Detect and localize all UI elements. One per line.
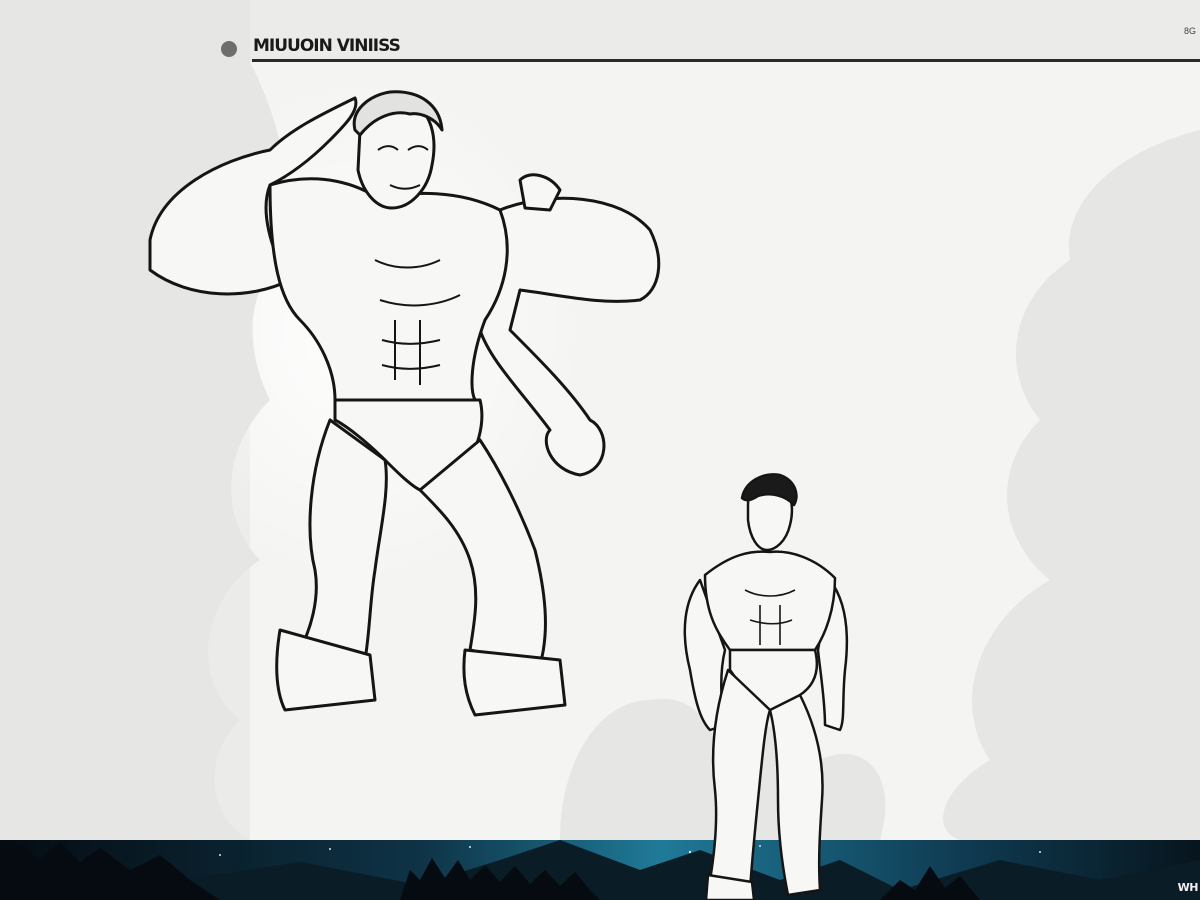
header-corner-label: 8G	[1183, 26, 1196, 36]
illustration-page: MIUUOIN VINIISS 8G WH	[0, 0, 1200, 900]
muscular-man-standing-illustration	[683, 473, 849, 900]
page-title: MIUUOIN VINIISS	[253, 36, 401, 56]
header-divider	[252, 59, 1200, 62]
muscular-man-saluting-illustration	[148, 90, 661, 717]
header-bullet-icon	[221, 41, 237, 57]
footer-corner-label: WH	[1177, 881, 1199, 894]
